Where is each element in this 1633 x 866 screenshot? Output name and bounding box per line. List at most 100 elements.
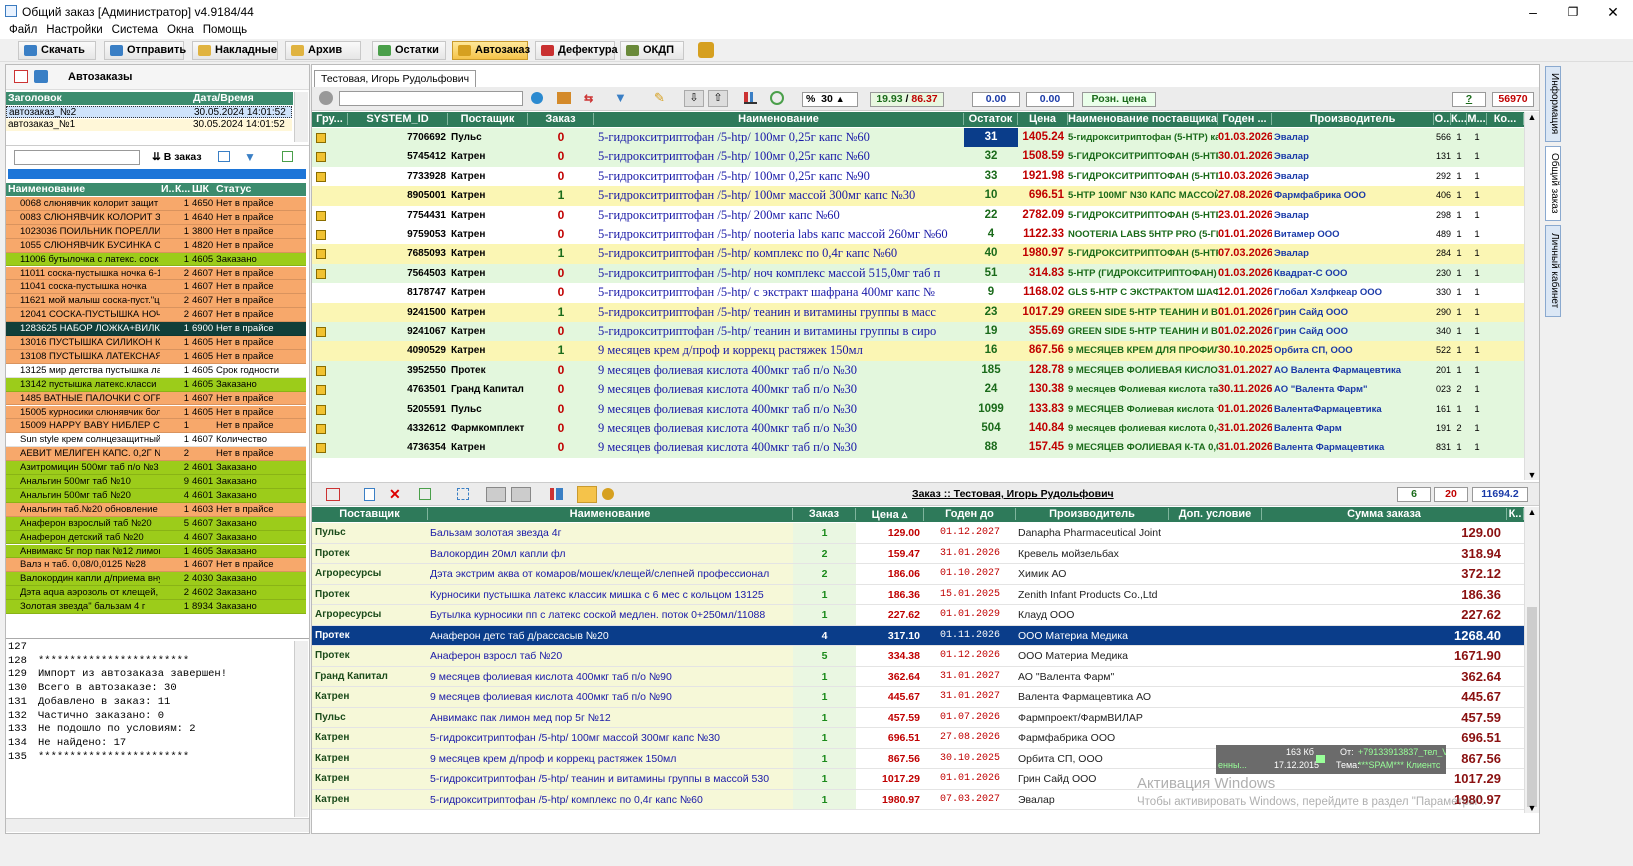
col-title[interactable]: Заголовок (8, 92, 62, 104)
offers-col-1[interactable]: SYSTEM_ID (348, 113, 448, 125)
order-row[interactable]: Протек Курносики пустышка латекс классик … (312, 584, 1524, 605)
offer-row[interactable]: 4090529 Катрен 1 9 месяцев крем д/проф и ко… (312, 341, 1524, 361)
offers-col-9[interactable]: Производитель (1272, 113, 1434, 125)
offers-col-3[interactable]: Заказ (528, 113, 594, 125)
mail-notification[interactable]: енны... 163 Кб 17.12.2015 От: +791339138… (1216, 745, 1446, 774)
truck-icon[interactable] (557, 92, 571, 104)
delete-icon[interactable]: ✕ (389, 486, 401, 503)
item-row[interactable]: Азитромицин 500мг таб п/о №3 2 4601 Заказан… (6, 461, 306, 475)
order-row[interactable]: Гранд Капитал 9 месяцев фолиевая кислота … (312, 666, 1524, 687)
swap-icon[interactable]: ⇆ (584, 92, 593, 105)
new-doc-icon[interactable] (364, 488, 375, 501)
col-datetime[interactable]: Дата/Время (193, 92, 254, 104)
help-field[interactable]: ? (1452, 92, 1486, 107)
menu-item-2[interactable]: Система (112, 24, 158, 36)
toolbar-button-5[interactable]: Автозаказ (452, 41, 530, 60)
item-row[interactable]: 12041 СОСКА-ПУСТЫШКА НОЧН 2 4607 Нет в прай… (6, 308, 306, 323)
offers-col-11[interactable]: К... (1451, 113, 1467, 125)
menu-item-4[interactable]: Помощь (203, 24, 247, 36)
offer-row[interactable]: 4736354 Катрен 0 9 месяцев фолиевая кислота… (312, 438, 1524, 458)
excel-icon[interactable] (419, 488, 431, 500)
item-row[interactable]: 1023036 ПОИЛЬНИК ПОРЕЛЛИ 1 3800 Нет в прайс… (6, 224, 306, 239)
offer-row[interactable]: 9241067 Катрен 0 5-гидрокситриптофан /5-htp… (312, 322, 1524, 342)
item-row[interactable]: 13108 ПУСТЫШКА ЛАТЕКСНАЯ 1 4605 Нет в прайс… (6, 349, 306, 364)
order-col-3[interactable]: Цена ▵ (856, 508, 924, 521)
offer-row[interactable]: 7733928 Катрен 0 5-гидрокситриптофан /5-htp… (312, 166, 1524, 187)
offer-row[interactable]: 8178747 Катрен 0 5-гидрокситриптофан /5-htp… (312, 283, 1524, 303)
item-row[interactable]: 11041 соска-пустышка ночка 1 4607 Нет в пра… (6, 280, 306, 295)
item-row[interactable]: Дэта aqua аэрозоль от клещей, 2 4602 Заказа… (6, 586, 306, 601)
percent-field[interactable]: % 30 ▲ (802, 92, 858, 107)
minimize-button[interactable]: – (1513, 2, 1553, 22)
item-row[interactable]: Анаферон детский таб №20 4 4607 Заказано (6, 530, 306, 545)
item-row[interactable]: Анальгин таб.№20 обновление р 1 4603 Нет в … (6, 502, 306, 517)
item-row[interactable]: 1485 ВАТНЫЕ ПАЛОЧКИ С ОГР 1 4607 Нет в прай… (6, 391, 306, 406)
order-scrollbar[interactable]: ▲ ▼ (1524, 507, 1539, 813)
side-tab-0[interactable]: Информация (1545, 66, 1561, 142)
coins-icon[interactable] (602, 488, 614, 500)
transfer-icon[interactable] (577, 486, 597, 503)
toolbar-button-6[interactable]: Дефектура (535, 41, 618, 60)
move-down-icon[interactable]: ⇩ (684, 90, 704, 107)
view2-icon[interactable] (511, 487, 531, 502)
col-name[interactable]: Наименование (8, 183, 85, 195)
menu-item-0[interactable]: Файл (9, 24, 37, 36)
grid-search-input[interactable] (339, 91, 523, 106)
menu-item-1[interactable]: Настройки (46, 24, 102, 36)
clock-icon[interactable] (770, 91, 784, 105)
offer-row[interactable]: 7706692 Пульс 0 5-гидрокситриптофан /5-htp/… (312, 128, 1524, 148)
toolbar-button-3[interactable]: Архив (285, 41, 361, 60)
offers-col-2[interactable]: Постащик (448, 113, 528, 125)
item-row[interactable]: 11621 мой малыш соска-пуст."ц 2 4607 Нет в … (6, 294, 306, 309)
order-row[interactable]: Протек Валокордин 20мл капли фл 2 159.47 31.… (312, 543, 1524, 564)
restore-button[interactable]: ❐ (1553, 2, 1593, 22)
order-row[interactable]: Агроресурсы Бутылка курносики пп с латекс… (312, 605, 1524, 626)
item-row[interactable]: 15005 курносики слюнявчик бол 1 4605 Нет в … (6, 405, 306, 420)
item-row[interactable]: АЕВИТ МЕЛИГЕН КАПС. 0,2Г N 2 Нет в прайсе (6, 447, 306, 462)
toolbar-button-4[interactable]: Остатки (372, 41, 446, 60)
offers-col-13[interactable]: Ко... (1487, 113, 1524, 125)
item-row[interactable]: 13125 мир детства пустышка ла 1 4605 Срок г… (6, 363, 306, 378)
item-row[interactable]: 13016 ПУСТЫШКА СИЛИКОН К 1 4605 Нет в прайс… (6, 336, 306, 350)
item-row[interactable]: 0083 СЛЮНЯВЧИК КОЛОРИТ З 1 4640 Нет в прайс… (6, 210, 306, 225)
offers-col-10[interactable]: О.. (1434, 113, 1451, 125)
order-row[interactable]: Пульс Анвимакс пак лимон мед пор 5г №12 1 4… (312, 707, 1524, 728)
offers-col-6[interactable]: Цена (1018, 113, 1068, 125)
offers-scrollbar[interactable]: ▲ ▼ (1524, 112, 1539, 480)
offer-row[interactable]: 5205591 Пульс 0 9 месяцев фолиевая кислота … (312, 399, 1524, 419)
offers-col-8[interactable]: Годен ... (1218, 113, 1272, 125)
item-row[interactable]: Валз н таб. 0,08/0,0125 №28 1 4607 Нет в пр… (6, 558, 306, 573)
extra-toolbar-icon[interactable] (698, 42, 714, 58)
item-row[interactable]: 0068 слюнявчик колорит защит 1 4650 Нет в п… (6, 197, 306, 211)
view1-icon[interactable] (486, 487, 506, 502)
item-row[interactable]: 11006 бутылочка с латекс. соск 1 4605 Заказ… (6, 252, 306, 267)
item-row[interactable]: 13142 пустышка латекс.класси 1 4605 Заказан… (6, 377, 306, 392)
offers-col-5[interactable]: Остаток (964, 113, 1018, 125)
order-col-7[interactable]: Сумма заказа (1262, 508, 1507, 520)
autoorders-scrollbar[interactable] (294, 92, 308, 142)
order-col-8[interactable]: К.. (1507, 508, 1524, 520)
tag-icon[interactable]: ✎ (654, 90, 665, 106)
order-col-5[interactable]: Производитель (1016, 508, 1169, 520)
item-row[interactable]: Анальгин 500мг таб №20 4 4601 Заказано (6, 488, 306, 503)
retail-price-button[interactable]: Розн. цена (1082, 92, 1156, 107)
offer-row[interactable]: 7564503 Катрен 0 5-гидрокситриптофан /5-htp… (312, 263, 1524, 284)
menu-item-3[interactable]: Окна (167, 24, 194, 36)
offer-row[interactable]: 9759053 Катрен 0 5-гидрокситриптофан /5-htp… (312, 225, 1524, 245)
order-col-2[interactable]: Заказ (793, 508, 856, 520)
item-row[interactable]: Анальгин 500мг таб №10 9 4601 Заказано (6, 475, 306, 489)
items-search-input[interactable] (14, 150, 140, 165)
offer-row[interactable]: 7754431 Катрен 0 5-гидрокситриптофан /5-htp… (312, 205, 1524, 225)
item-row[interactable]: Анаферон взрослый таб №20 5 4607 Заказано (6, 516, 306, 531)
autoorder-row[interactable]: автозаказ_№1 30.05.2024 14:01:52 (6, 119, 292, 131)
order-row[interactable]: Пульс Бальзам золотая звезда 4г 1 129.00 01.… (312, 523, 1524, 544)
offers-col-4[interactable]: Наименование (594, 113, 964, 125)
funnel-icon[interactable]: ▼ (614, 90, 627, 105)
chart-icon[interactable] (744, 92, 757, 104)
item-row[interactable]: Золотая звезда" бальзам 4 г 1 8934 Заказано (6, 600, 306, 614)
order-row[interactable]: Протек Анаферон взросл таб №20 5 334.38 01.1… (312, 646, 1524, 667)
offer-row[interactable]: 4763501 Гранд Капитал 0 9 месяцев фолиевая … (312, 380, 1524, 400)
settings-icon[interactable] (319, 91, 333, 105)
export-icon[interactable] (282, 151, 293, 162)
globe-icon[interactable] (531, 92, 543, 104)
